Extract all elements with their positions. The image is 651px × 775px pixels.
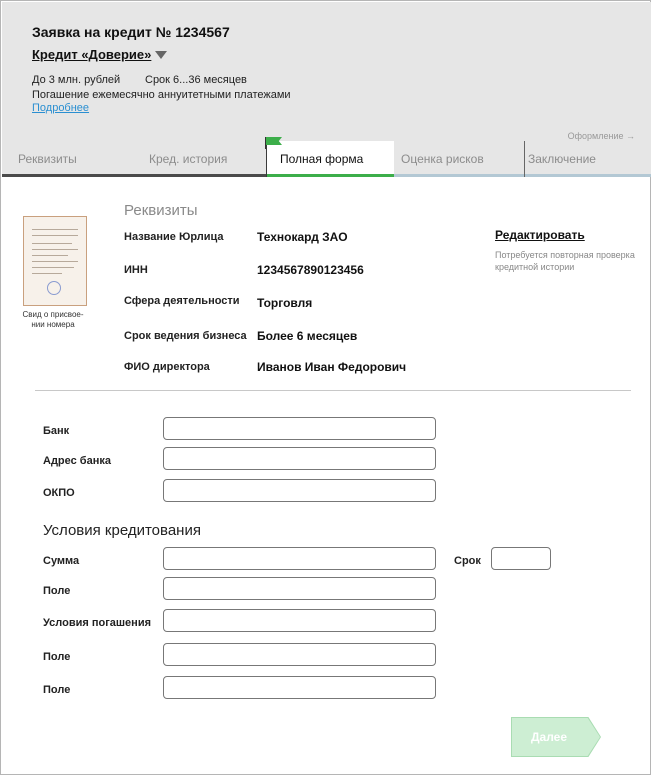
credit-term-text: Срок 6...36 месяцев (145, 74, 247, 86)
requisites-title: Реквизиты (124, 202, 198, 219)
director-label: ФИО директора (124, 361, 210, 373)
field-label: Поле (43, 684, 71, 696)
tab-progress-bar (125, 174, 266, 177)
repayment-terms-label: Условия погашения (43, 617, 152, 629)
tab-credit-history[interactable]: Кред. история (125, 141, 266, 177)
field-input[interactable] (163, 643, 436, 666)
more-details-link[interactable]: Подробнее (32, 102, 89, 114)
tab-progress-bar (2, 174, 125, 177)
credit-product-selector[interactable]: Кредит «Доверие» (32, 47, 151, 62)
section-divider (35, 390, 631, 391)
tab-requisites[interactable]: Реквизиты (2, 141, 125, 177)
business-age-label: Срок ведения бизнеса (124, 330, 247, 342)
certificate-thumbnail[interactable] (23, 216, 87, 306)
edit-note: Потребуется повторная проверка кредитной… (495, 250, 635, 272)
credit-terms-title: Условия кредитования (43, 522, 201, 539)
tab-conclusion[interactable]: Заключение (524, 141, 651, 177)
tab-label: Реквизиты (18, 152, 77, 166)
field-label: Поле (43, 651, 71, 663)
process-tabs: Реквизиты Кред. история Полная форма Оце… (2, 141, 651, 177)
tab-label: Кред. история (149, 152, 228, 166)
stage-hint: Оформление → (567, 131, 635, 141)
tab-label: Оценка рисков (401, 152, 484, 166)
activity-value: Торговля (257, 296, 313, 310)
tab-label: Полная форма (280, 152, 364, 166)
page-title: Заявка на кредит № 1234567 (32, 24, 230, 40)
amount-label: Сумма (43, 555, 80, 567)
next-button[interactable]: Далее (512, 718, 600, 756)
chevron-down-icon[interactable] (155, 51, 167, 59)
tab-progress-bar (525, 174, 651, 177)
bank-label: Банк (43, 425, 70, 437)
field-label: Поле (43, 585, 71, 597)
tab-progress-bar (267, 174, 394, 177)
tab-progress-bar (394, 174, 524, 177)
seal-icon (47, 281, 61, 295)
flag-pole-icon (265, 137, 266, 149)
company-name-label: Название Юрлица (124, 231, 224, 243)
field-input[interactable] (163, 577, 436, 600)
tab-full-form[interactable]: Полная форма (266, 141, 394, 177)
bank-address-input[interactable] (163, 447, 436, 470)
inn-value: 1234567890123456 (257, 263, 364, 277)
bank-input[interactable] (163, 417, 436, 440)
business-age-value: Более 6 месяцев (257, 329, 358, 343)
tab-label: Заключение (528, 152, 596, 166)
certificate-caption: Свид о присвое-нии номера (22, 310, 84, 329)
director-value: Иванов Иван Федорович (257, 360, 407, 374)
okpo-input[interactable] (163, 479, 436, 502)
okpo-label: ОКПО (43, 487, 75, 499)
application-window: Заявка на кредит № 1234567 Кредит «Довер… (0, 0, 651, 775)
inn-label: ИНН (124, 264, 148, 276)
company-name-value: Технокард ЗАО (257, 230, 348, 244)
amount-input[interactable] (163, 547, 436, 570)
tab-risk-assessment[interactable]: Оценка рисков (394, 141, 524, 177)
repayment-text: Погашение ежемесячно аннуитетными платеж… (32, 89, 291, 101)
credit-limit-text: До 3 млн. рублей (32, 74, 121, 86)
field-input[interactable] (163, 676, 436, 699)
bank-address-label: Адрес банка (43, 455, 111, 467)
repayment-terms-input[interactable] (163, 609, 436, 632)
term-label: Срок (454, 555, 481, 567)
activity-label: Сфера деятельности (124, 295, 240, 307)
edit-requisites-link[interactable]: Редактировать (495, 228, 585, 242)
term-input[interactable] (491, 547, 551, 570)
